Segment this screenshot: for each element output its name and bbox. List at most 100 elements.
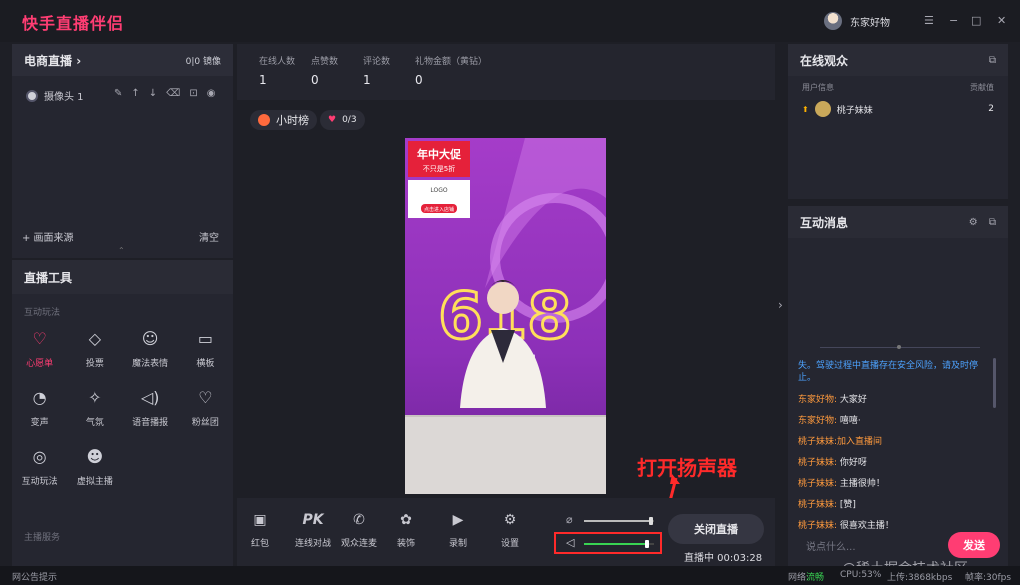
expand-right-icon[interactable]: › xyxy=(778,298,783,312)
message-author[interactable]: 东家好物: xyxy=(798,395,837,405)
message-author[interactable]: 桃子妹妹: xyxy=(798,437,837,447)
tool-item[interactable]: ♡ 心愿单 xyxy=(12,329,67,370)
bottom-tool-item[interactable]: ▣ 红包 xyxy=(251,512,269,549)
move-down-icon[interactable]: ↓ xyxy=(149,88,157,99)
hour-rank-badge[interactable]: 小时榜 xyxy=(250,110,317,130)
move-up-icon[interactable]: ↑ xyxy=(131,88,139,99)
live-type-select[interactable]: 电商直播 › xyxy=(24,52,81,69)
tool-label: 变声 xyxy=(30,418,49,428)
message-text: 大家好 xyxy=(837,395,867,405)
message-author[interactable]: 桃子妹妹: xyxy=(798,458,837,468)
tool-item[interactable]: ♡ 粉丝团 xyxy=(178,389,233,429)
bottom-tool-item[interactable]: ⚙ 设置 xyxy=(501,512,519,549)
tool-item[interactable]: ✧ 气氛 xyxy=(67,389,122,429)
bottom-tool-label: 连线对战 xyxy=(295,539,332,549)
live-timer: 直播中 00:03:28 xyxy=(684,553,763,564)
close-live-button[interactable]: 关闭直播 xyxy=(668,514,764,544)
bottom-tool-label: 录制 xyxy=(449,539,468,549)
settings-icon[interactable]: ⚙ xyxy=(969,217,978,228)
message-item: 桃子妹妹:加入直播间 xyxy=(798,432,988,453)
popout-icon[interactable]: ⧉ xyxy=(989,217,996,228)
mic-volume-slider[interactable] xyxy=(584,517,654,525)
lock-icon[interactable]: ⊡ xyxy=(189,88,197,99)
popout-icon[interactable]: ⧉ xyxy=(989,55,996,66)
camera-mirror-toggle[interactable]: 0|0 镜像 xyxy=(186,54,221,67)
message-author[interactable]: 桃子妹妹: xyxy=(798,521,837,531)
bottom-tool-icon: ▶ xyxy=(452,512,464,528)
rank-icon: ⬆ xyxy=(802,104,809,114)
bottom-tool-item[interactable]: ▶ 录制 xyxy=(449,512,467,549)
delete-icon[interactable]: ⌫ xyxy=(166,88,180,99)
tool-icon: ☺ xyxy=(141,329,159,348)
bottom-tool-icon: ✆ xyxy=(353,512,365,528)
bottom-tool-icon: PK xyxy=(302,512,324,528)
bottom-tool-item[interactable]: PK 连线对战 xyxy=(295,512,331,549)
shop-text: 点击进入店铺 xyxy=(424,206,454,213)
tools-title: 直播工具 xyxy=(24,270,73,285)
tool-label: 语音播报 xyxy=(132,418,169,428)
message-text: 很喜欢主播！ xyxy=(837,521,894,531)
speaker-volume-row: ◁ xyxy=(566,536,658,551)
tool-item[interactable]: ◔ 变声 xyxy=(12,389,67,429)
audience-row[interactable]: ⬆ 桃子妹妹 2 xyxy=(788,99,1008,119)
message-author[interactable]: 桃子妹妹: xyxy=(798,500,837,510)
speaker-volume-slider[interactable] xyxy=(584,540,654,548)
banner-text: 年中大促 xyxy=(417,147,462,161)
tool-item[interactable]: ◇ 投票 xyxy=(67,330,122,370)
message-item: 桃子妹妹: [赞] xyxy=(798,495,988,516)
col-user: 用户信息 xyxy=(802,83,834,92)
message-text: 主播很帅！ xyxy=(837,479,885,489)
bottom-tool-label: 装饰 xyxy=(397,539,416,549)
tool-label: 气氛 xyxy=(85,418,104,428)
bottom-tool-icon: ⚙ xyxy=(503,512,517,528)
tool-item[interactable]: ◎ 互动玩法 xyxy=(12,447,67,488)
section-anchor: 主播服务 xyxy=(24,533,61,543)
tool-label: 心愿单 xyxy=(26,359,54,369)
message-author[interactable]: 东家好物: xyxy=(798,416,837,426)
message-text: 你好呀 xyxy=(837,458,867,468)
message-input[interactable]: 说点什么... xyxy=(806,538,856,553)
maximize-icon[interactable]: □ xyxy=(971,14,981,27)
minimize-icon[interactable]: − xyxy=(949,14,958,27)
tool-item[interactable]: ☺ 魔法表情 xyxy=(123,329,178,370)
live-preview: 年中大促 不只是5折 LOGO 点击进入店铺 618 大促 xyxy=(405,138,606,494)
message-author[interactable]: 桃子妹妹: xyxy=(798,479,837,489)
collapse-icon[interactable]: ⌃ xyxy=(118,246,125,255)
edit-icon[interactable]: ✎ xyxy=(114,88,122,99)
logo-text: LOGO xyxy=(430,187,448,194)
message-item: 东家好物: 嘻嘻· xyxy=(798,411,988,432)
send-button[interactable]: 发送 xyxy=(948,532,1000,558)
speaker-icon[interactable]: ◁ xyxy=(566,536,574,549)
source-panel: 电商直播 › 0|0 镜像 xyxy=(12,44,233,258)
preview-scene: 年中大促 不只是5折 LOGO 点击进入店铺 618 大促 xyxy=(405,138,606,494)
tool-item[interactable]: ☻ 虚拟主播 xyxy=(67,447,122,488)
audience-title: 在线观众 xyxy=(800,53,849,68)
tool-icon: ▭ xyxy=(197,329,213,348)
close-icon[interactable]: ✕ xyxy=(997,14,1006,27)
message-text: 嘻嘻· xyxy=(837,416,861,426)
add-source-button[interactable]: + 画面来源 xyxy=(22,229,74,244)
menu-icon[interactable]: ☰ xyxy=(924,14,934,27)
notice-link[interactable]: 网公告提示 xyxy=(12,570,57,583)
user-profile[interactable]: 东家好物 xyxy=(824,12,890,30)
network-value: 流畅 xyxy=(806,573,825,583)
tool-icon: ◎ xyxy=(32,447,47,466)
clear-button[interactable]: 清空 xyxy=(199,229,219,244)
username: 东家好物 xyxy=(850,17,890,29)
cpu-label: CPU:53% xyxy=(840,570,882,580)
mic-muted-icon[interactable]: ⌀ xyxy=(566,513,573,526)
source-item-camera[interactable]: 摄像头 1 xyxy=(26,88,84,103)
wish-badge[interactable]: ♥ 0/3 xyxy=(320,110,365,130)
divider-handle[interactable] xyxy=(897,345,901,349)
bottom-tool-label: 红包 xyxy=(251,539,270,549)
camera-icon xyxy=(26,89,38,102)
tool-icon: ♡ xyxy=(32,329,47,348)
tool-item[interactable]: ◁) 语音播报 xyxy=(123,389,178,429)
scrollbar[interactable] xyxy=(993,358,996,408)
tool-item[interactable]: ▭ 横板 xyxy=(178,329,233,370)
tool-icon: ☻ xyxy=(86,447,104,466)
visible-icon[interactable]: ◉ xyxy=(207,88,216,99)
message-text: 加入直播间 xyxy=(837,437,883,447)
bottom-tool-item[interactable]: ✿ 装饰 xyxy=(397,512,415,549)
bottom-tool-item[interactable]: ✆ 观众连麦 xyxy=(341,512,377,549)
